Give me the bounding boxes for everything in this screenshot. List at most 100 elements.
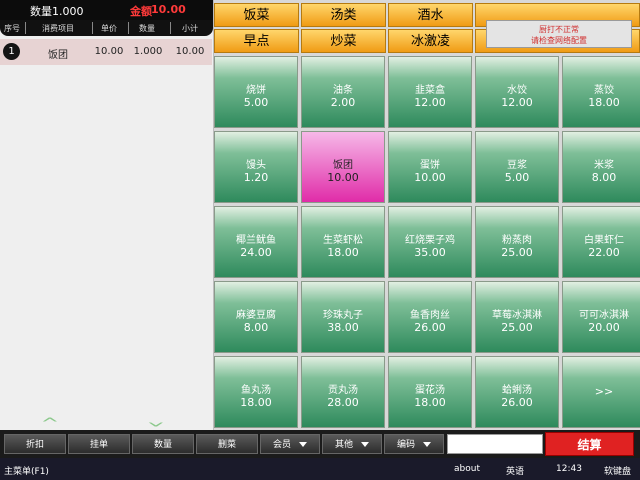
dish-button[interactable]: 韭菜盒 12.00	[388, 56, 472, 128]
dish-button[interactable]: 米浆 8.00	[562, 131, 640, 203]
chevron-down-icon	[361, 442, 369, 447]
table-row[interactable]: 1 饭团 10.00 1.000 10.00	[0, 39, 212, 65]
dish-price: 28.00	[327, 396, 359, 409]
discount-button[interactable]: 折扣	[4, 434, 66, 454]
main-menu-button[interactable]: 主菜单(F1)	[4, 464, 49, 477]
dish-name: 可可冰淇淋	[579, 310, 629, 321]
category-icecream[interactable]: 冰激凌	[388, 29, 473, 53]
dish-button[interactable]: 烧饼 5.00	[214, 56, 298, 128]
clock: 12:43	[556, 464, 582, 474]
dish-price: 8.00	[243, 321, 269, 334]
dish-price: 12.00	[414, 96, 446, 109]
dish-button[interactable]: 油条 2.00	[301, 56, 385, 128]
next-page-label: >>	[594, 385, 614, 398]
order-summary: 数量1.000 金额 10.00	[0, 0, 213, 20]
row-number: 1	[3, 43, 20, 60]
dish-button[interactable]: 鱼香肉丝 26.00	[388, 281, 472, 353]
hold-button[interactable]: 挂单	[68, 434, 130, 454]
dish-price: 38.00	[327, 321, 359, 334]
dish-button[interactable]: 蛋饼 10.00	[388, 131, 472, 203]
dish-name: 草莓冰淇淋	[492, 310, 542, 321]
dish-button[interactable]: 蒸饺 18.00	[562, 56, 640, 128]
dish-button[interactable]: 饭团 10.00	[301, 131, 385, 203]
category-breakfast[interactable]: 早点	[214, 29, 299, 53]
dish-name: 蒸饺	[594, 85, 614, 96]
dish-name: 鱼丸汤	[241, 385, 271, 396]
row-qty: 1.000	[133, 46, 163, 57]
dish-button[interactable]: 粉蒸肉 25.00	[475, 206, 559, 278]
dish-button[interactable]: 鱼丸汤 18.00	[214, 356, 298, 428]
dish-button[interactable]: 生菜虾松 18.00	[301, 206, 385, 278]
scroll-down-icon[interactable]: ^	[146, 412, 165, 428]
dish-name: 贡丸汤	[328, 385, 358, 396]
dish-name: 白果虾仁	[584, 235, 624, 246]
dish-name: 蛋饼	[420, 160, 440, 171]
header-num: 序号	[4, 24, 20, 33]
dish-price: 18.00	[414, 396, 446, 409]
category-stirfry[interactable]: 炒菜	[301, 29, 386, 53]
chevron-down-icon	[299, 442, 307, 447]
total-quantity: 数量1.000	[30, 5, 84, 18]
dish-name: 椰兰鱿鱼	[236, 235, 276, 246]
dish-price: 10.00	[414, 171, 446, 184]
dish-name: 馒头	[246, 160, 266, 171]
dish-button[interactable]: 蛋花汤 18.00	[388, 356, 472, 428]
dish-price: 24.00	[240, 246, 272, 259]
row-subtotal: 10.00	[175, 46, 205, 57]
code-dropdown[interactable]: 编码	[384, 434, 444, 454]
dish-price: 1.20	[243, 171, 269, 184]
dish-name: 蛋花汤	[415, 385, 445, 396]
dish-price: 12.00	[501, 96, 533, 109]
code-label: 编码	[396, 440, 415, 450]
next-page-button[interactable]: >>	[562, 356, 640, 428]
dish-name: 麻婆豆腐	[236, 310, 276, 321]
category-soup[interactable]: 汤类	[301, 3, 386, 27]
dish-button[interactable]: 珍珠丸子 38.00	[301, 281, 385, 353]
dish-name: 生菜虾松	[323, 235, 363, 246]
amount-value: 10.00	[151, 3, 186, 16]
dish-price: 10.00	[327, 171, 359, 184]
warning-line-2: 请检查网络配置	[531, 36, 587, 45]
code-input[interactable]	[447, 434, 543, 454]
about-button[interactable]: about	[454, 464, 480, 474]
dish-button[interactable]: 蛤蜊汤 26.00	[475, 356, 559, 428]
other-dropdown[interactable]: 其他	[322, 434, 382, 454]
printer-warning: 厨打不正常 请检查网络配置	[486, 20, 632, 48]
dish-price: 26.00	[501, 396, 533, 409]
soft-keyboard-button[interactable]: 软键盘	[604, 464, 631, 477]
dish-name: 珍珠丸子	[323, 310, 363, 321]
dish-price: 5.00	[504, 171, 530, 184]
delete-dish-button[interactable]: 删菜	[196, 434, 258, 454]
language-indicator[interactable]: 英语	[506, 464, 524, 477]
dish-button[interactable]: 红烧栗子鸡 35.00	[388, 206, 472, 278]
dish-button[interactable]: 白果虾仁 22.00	[562, 206, 640, 278]
dish-price: 25.00	[501, 321, 533, 334]
quantity-button[interactable]: 数量	[132, 434, 194, 454]
header-qty: 数量	[139, 24, 155, 33]
dish-button[interactable]: 椰兰鱿鱼 24.00	[214, 206, 298, 278]
chevron-down-icon	[423, 442, 431, 447]
row-price: 10.00	[94, 46, 124, 57]
order-table-header: 序号 消费项目 单价 数量 小计	[0, 20, 213, 36]
warning-line-1: 厨打不正常	[539, 25, 579, 34]
dish-button[interactable]: 麻婆豆腐 8.00	[214, 281, 298, 353]
category-rice[interactable]: 饭菜	[214, 3, 299, 27]
dish-button[interactable]: 可可冰淇淋 20.00	[562, 281, 640, 353]
dish-name: 饭团	[333, 160, 353, 171]
dish-name: 烧饼	[246, 85, 266, 96]
member-dropdown[interactable]: 会员	[260, 434, 320, 454]
settle-button[interactable]: 结算	[545, 432, 634, 456]
header-price: 单价	[101, 24, 117, 33]
taskbar: 主菜单(F1) about 英语 12:43 软键盘	[0, 458, 640, 480]
dish-name: 蛤蜊汤	[502, 385, 532, 396]
dish-button[interactable]: 馒头 1.20	[214, 131, 298, 203]
dish-button[interactable]: 豆浆 5.00	[475, 131, 559, 203]
category-drinks[interactable]: 酒水	[388, 3, 473, 27]
row-item: 饭团	[48, 50, 68, 61]
dish-button[interactable]: 水饺 12.00	[475, 56, 559, 128]
dish-name: 鱼香肉丝	[410, 310, 450, 321]
dish-price: 5.00	[243, 96, 269, 109]
dish-button[interactable]: 贡丸汤 28.00	[301, 356, 385, 428]
other-label: 其他	[334, 440, 353, 450]
dish-button[interactable]: 草莓冰淇淋 25.00	[475, 281, 559, 353]
